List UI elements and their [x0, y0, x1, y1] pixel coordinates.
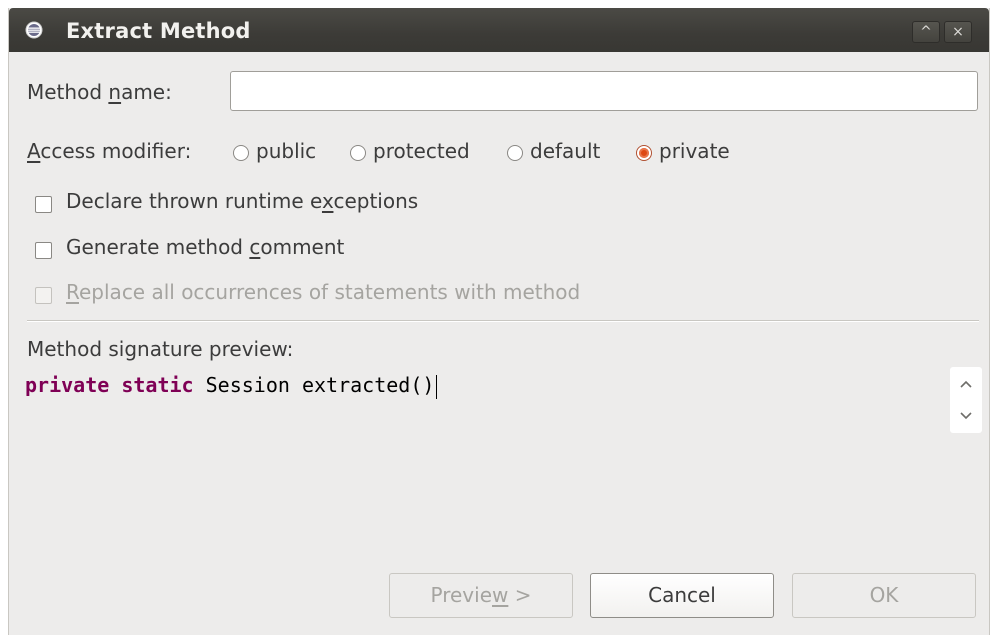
method-name-input[interactable]	[230, 71, 978, 111]
preview-button[interactable]: Preview >	[389, 573, 573, 618]
radio-default-label[interactable]: default	[530, 139, 600, 163]
access-modifier-label: Access modifier:	[27, 139, 192, 163]
radio-public-label[interactable]: public	[256, 139, 316, 163]
generate-comment-checkbox[interactable]	[35, 242, 52, 259]
generate-comment-label[interactable]: Generate method comment	[66, 235, 344, 259]
signature-preview-label: Method signature preview:	[27, 337, 294, 361]
method-name-label: Method name:	[27, 80, 172, 104]
replace-occurrences-checkbox[interactable]	[35, 287, 52, 304]
scroll-up-icon[interactable]	[950, 369, 982, 399]
eclipse-app-icon	[25, 21, 43, 39]
close-button[interactable]: ×	[944, 21, 972, 43]
replace-occurrences-label: Replace all occurrences of statements wi…	[66, 280, 581, 304]
declare-exceptions-checkbox[interactable]	[35, 196, 52, 213]
radio-public[interactable]	[233, 145, 249, 161]
text-caret	[436, 374, 438, 399]
ok-button[interactable]: OK	[792, 573, 976, 618]
signature-rest: Session extracted()	[193, 373, 435, 397]
cancel-button[interactable]: Cancel	[590, 573, 774, 618]
title-bar[interactable]: Extract Method ^ ×	[9, 8, 989, 52]
maximize-button[interactable]: ^	[912, 21, 940, 43]
extract-method-dialog: Extract Method ^ × Method name: Access m…	[8, 8, 990, 635]
scroll-down-icon[interactable]	[950, 401, 982, 431]
chevron-up-icon: ^	[920, 24, 932, 40]
close-icon: ×	[952, 24, 964, 40]
preview-scrollbar[interactable]	[950, 367, 982, 433]
radio-protected[interactable]	[350, 145, 366, 161]
declare-exceptions-label[interactable]: Declare thrown runtime exceptions	[66, 189, 418, 213]
keyword-static: static	[121, 373, 194, 397]
keyword-private: private	[25, 373, 110, 397]
dialog-title: Extract Method	[66, 19, 251, 43]
radio-protected-label[interactable]: protected	[373, 139, 470, 163]
radio-default[interactable]	[507, 145, 523, 161]
radio-private[interactable]	[636, 145, 652, 161]
signature-preview-text[interactable]: private static Session extracted()	[25, 373, 438, 399]
radio-private-label[interactable]: private	[659, 139, 730, 163]
separator	[27, 320, 979, 322]
